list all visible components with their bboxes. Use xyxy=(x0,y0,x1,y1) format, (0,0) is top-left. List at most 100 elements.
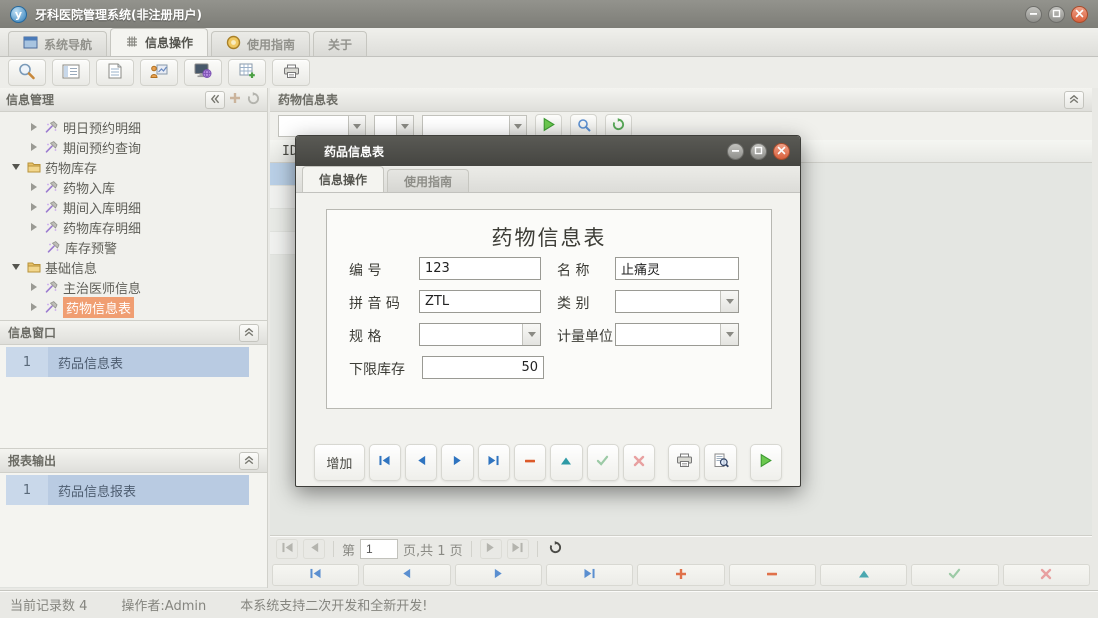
record-next-button[interactable] xyxy=(454,564,542,586)
expand-arrow-icon[interactable] xyxy=(31,183,37,191)
main-tabbar: 系统导航 信息操作 使用指南 关于 xyxy=(0,28,1098,57)
tab-label: 关于 xyxy=(328,37,353,52)
tree-folder-drug-inventory[interactable]: 药物库存 xyxy=(0,157,267,177)
print-preview-button[interactable] xyxy=(704,443,737,481)
dialog-tab-info-ops[interactable]: 信息操作 xyxy=(302,166,385,192)
expand-arrow-icon[interactable] xyxy=(31,143,37,151)
add-record-button[interactable]: 增加 xyxy=(314,443,365,481)
record-prev-button[interactable] xyxy=(363,564,451,586)
code-field[interactable] xyxy=(419,257,541,280)
navigation-tree: 明日预约明细 期间预约查询 药物库存 药物入库 期间入库明细 药物库存明细 库存… xyxy=(0,112,267,320)
confirm-button[interactable] xyxy=(586,443,619,481)
record-delete-button[interactable] xyxy=(728,564,816,586)
operator-label: 操作者:Admin xyxy=(121,599,207,614)
tree-item-drug-info-table[interactable]: 药物信息表 xyxy=(0,296,267,318)
next-record-icon xyxy=(492,568,505,582)
add-button[interactable] xyxy=(227,92,243,108)
prev-page-button[interactable] xyxy=(303,539,325,559)
record-edit-button[interactable] xyxy=(819,564,908,586)
filter-combo-3-input[interactable] xyxy=(422,115,509,137)
min-stock-field[interactable] xyxy=(422,356,544,379)
dialog-close-button[interactable] xyxy=(773,142,790,160)
filter-combo-1-dropdown[interactable] xyxy=(348,115,366,137)
tree-item-tomorrow-appointments[interactable]: 明日预约明细 xyxy=(0,117,267,137)
reload-page-button[interactable] xyxy=(548,541,564,557)
record-last-button[interactable] xyxy=(545,564,634,586)
tab-about[interactable]: 关于 xyxy=(313,31,368,56)
document-tool-button[interactable] xyxy=(96,59,134,86)
dialog-title: 药品信息表 xyxy=(324,144,385,159)
collapse-report-output-button[interactable] xyxy=(239,451,259,470)
next-page-button[interactable] xyxy=(479,539,502,559)
page-number-input[interactable] xyxy=(360,539,399,559)
edit-record-button[interactable] xyxy=(550,443,583,481)
record-first-button[interactable] xyxy=(272,564,360,586)
collapse-panel-button[interactable] xyxy=(1064,90,1084,109)
report-leaf-icon xyxy=(44,221,59,233)
tab-info-ops[interactable]: 信息操作 xyxy=(110,28,209,56)
tree-folder-basic-info[interactable]: 基础信息 xyxy=(0,257,267,277)
monitor-tool-button[interactable] xyxy=(184,59,222,86)
print-button[interactable] xyxy=(668,443,701,481)
list-item-drug-info-form[interactable]: 1 药品信息表 xyxy=(6,347,249,377)
filter-combo-1-input[interactable] xyxy=(278,115,348,137)
tab-user-guide[interactable]: 使用指南 xyxy=(211,31,311,56)
search-tool-button[interactable] xyxy=(8,59,46,86)
last-page-button[interactable] xyxy=(506,539,529,559)
chevron-down-icon xyxy=(353,123,361,129)
minimize-button[interactable] xyxy=(1025,5,1042,23)
name-field[interactable] xyxy=(615,257,739,280)
filter-combo-2-dropdown[interactable] xyxy=(396,115,414,137)
execute-button[interactable] xyxy=(749,443,782,481)
dialog-minimize-button[interactable] xyxy=(727,142,744,160)
close-icon xyxy=(1075,7,1084,21)
expand-arrow-icon[interactable] xyxy=(31,203,37,211)
tree-item-stock-warning[interactable]: 库存预警 xyxy=(0,237,267,257)
refresh-button[interactable] xyxy=(245,91,261,108)
next-record-button[interactable] xyxy=(441,443,474,481)
prev-record-icon xyxy=(415,455,428,469)
maximize-button[interactable] xyxy=(1048,5,1065,23)
tree-item-drug-stock-detail[interactable]: 药物库存明细 xyxy=(0,217,267,237)
list-item-drug-info-report[interactable]: 1 药品信息报表 xyxy=(6,475,249,505)
expand-arrow-icon[interactable] xyxy=(31,283,37,291)
category-dropdown-button[interactable] xyxy=(720,291,738,312)
expand-arrow-icon[interactable] xyxy=(31,223,37,231)
filter-combo-2-input[interactable] xyxy=(374,115,396,137)
first-record-button[interactable] xyxy=(368,443,402,481)
pinyin-field[interactable] xyxy=(419,290,541,313)
expand-arrow-icon[interactable] xyxy=(31,303,37,311)
spec-dropdown-button[interactable] xyxy=(522,324,540,345)
report-leaf-icon xyxy=(44,301,59,313)
tree-item-period-inbound-detail[interactable]: 期间入库明细 xyxy=(0,197,267,217)
filter-combo-3-dropdown[interactable] xyxy=(509,115,527,137)
table-add-tool-button[interactable] xyxy=(228,59,266,86)
delete-record-button[interactable] xyxy=(513,443,547,481)
record-cancel-button[interactable] xyxy=(1002,564,1090,586)
close-button[interactable] xyxy=(1071,5,1088,23)
tree-item-drug-inbound[interactable]: 药物入库 xyxy=(0,177,267,197)
collapse-arrow-icon[interactable] xyxy=(12,164,20,170)
record-add-button[interactable] xyxy=(637,564,725,586)
unit-dropdown-button[interactable] xyxy=(720,324,738,345)
collapse-arrow-icon[interactable] xyxy=(12,264,20,270)
tree-item-attending-doctor-info[interactable]: 主治医师信息 xyxy=(0,277,267,297)
expand-arrow-icon[interactable] xyxy=(31,123,37,131)
printer-icon xyxy=(676,453,693,471)
user-chart-tool-button[interactable] xyxy=(140,59,178,86)
tab-system-nav[interactable]: 系统导航 xyxy=(8,31,108,56)
dialog-maximize-button[interactable] xyxy=(750,142,767,160)
printer-tool-button[interactable] xyxy=(272,59,310,86)
tree-item-period-appointment-query[interactable]: 期间预约查询 xyxy=(0,137,267,157)
collapse-info-window-button[interactable] xyxy=(239,323,259,342)
first-page-button[interactable] xyxy=(276,539,298,559)
form-tool-button[interactable] xyxy=(52,59,90,86)
cancel-button[interactable] xyxy=(622,443,656,481)
list-item-number: 1 xyxy=(6,475,48,505)
dialog-tab-user-guide[interactable]: 使用指南 xyxy=(387,169,470,192)
chevron-down-icon xyxy=(514,123,522,129)
record-confirm-button[interactable] xyxy=(911,564,999,586)
prev-record-button[interactable] xyxy=(405,443,438,481)
collapse-sidebar-button[interactable] xyxy=(205,90,225,109)
last-record-button[interactable] xyxy=(477,443,510,481)
